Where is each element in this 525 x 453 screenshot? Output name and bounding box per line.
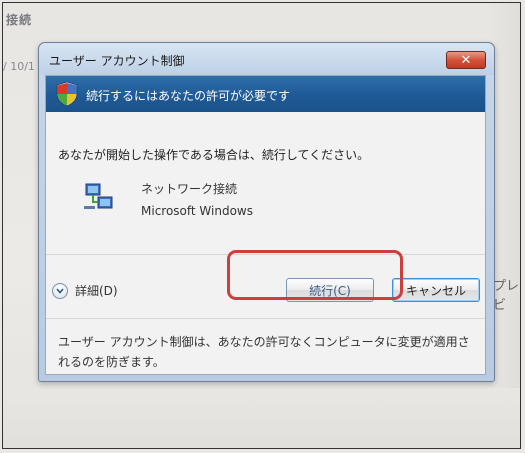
instruction-text: あなたが開始した操作である場合は、続行してください。 xyxy=(58,148,370,162)
dialog-titlebar[interactable]: ユーザー アカウント制御 ✕ xyxy=(39,43,494,75)
uac-dialog: ユーザー アカウント制御 ✕ 続行するにはあなたの許可が必要です あなたが開始し… xyxy=(38,42,495,382)
dialog-body: 続行するにはあなたの許可が必要です あなたが開始した操作である場合は、続行してく… xyxy=(45,75,486,375)
close-button[interactable]: ✕ xyxy=(446,51,486,69)
banner-text: 続行するにはあなたの許可が必要です xyxy=(86,89,291,103)
background-window-title: 接続 xyxy=(6,13,33,27)
background-preview-text: プレビ xyxy=(493,279,520,313)
details-label: 詳細(D) xyxy=(75,284,118,298)
continue-button-highlight xyxy=(227,250,403,300)
background-area xyxy=(3,388,520,448)
background-window-edge xyxy=(491,3,520,448)
uac-shield-icon xyxy=(56,81,78,107)
footer-text: ユーザー アカウント制御は、あなたの許可なくコンピュータに変更が適用されるのを防… xyxy=(58,335,470,369)
permission-banner: 続行するにはあなたの許可が必要です xyxy=(46,76,485,112)
program-name: ネットワーク接続 xyxy=(141,182,238,196)
background-date-text: / 10/1 xyxy=(3,60,35,73)
network-connections-icon xyxy=(84,183,113,209)
details-toggle[interactable]: 詳細(D) xyxy=(52,282,118,299)
dialog-title: ユーザー アカウント制御 xyxy=(49,54,185,68)
chevron-down-icon xyxy=(52,282,68,299)
cancel-button[interactable]: キャンセル xyxy=(392,278,480,302)
divider xyxy=(46,318,485,319)
program-publisher: Microsoft Windows xyxy=(141,204,253,218)
close-icon: ✕ xyxy=(460,52,472,68)
